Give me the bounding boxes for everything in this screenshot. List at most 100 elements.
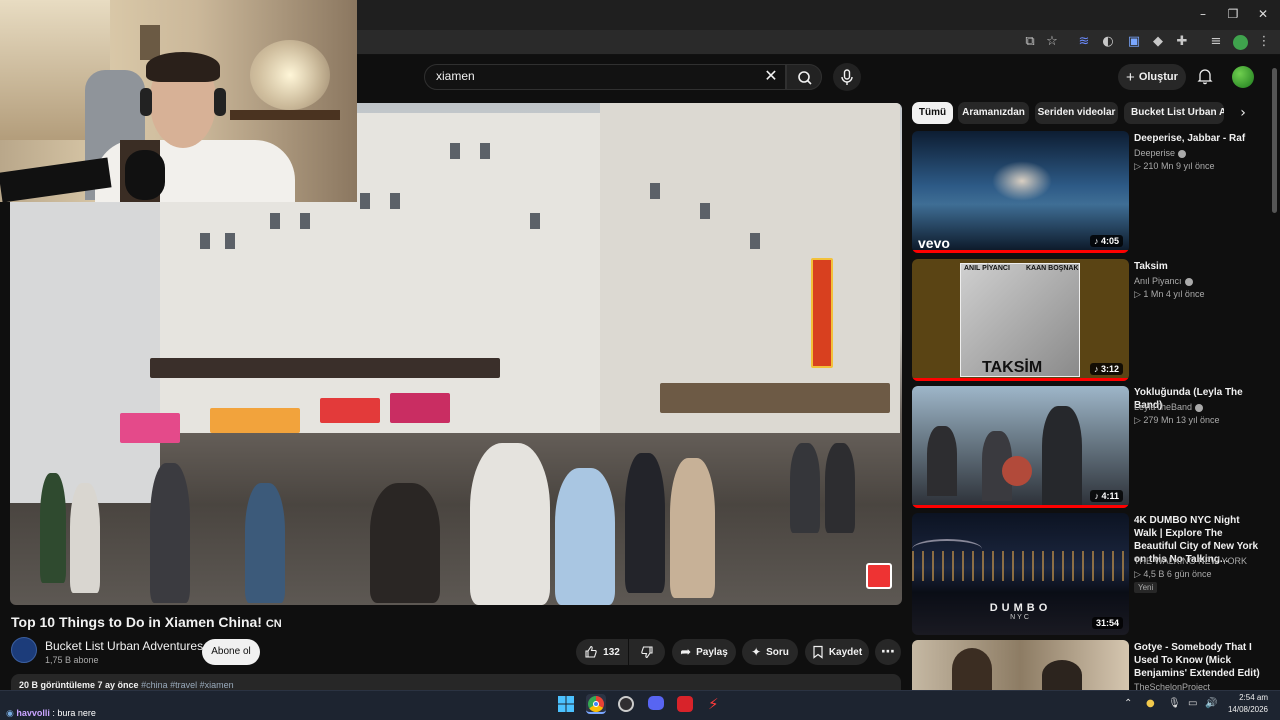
vevo-logo: vevo [918, 235, 950, 251]
recommendation-thumbnail[interactable]: ANIL PİYANCI KAAN BOŞNAK TAKSİM ♪ 3:12 [912, 259, 1129, 381]
tray-clock-date[interactable]: 14/08/2026 [1216, 705, 1268, 714]
minimize-icon[interactable]: – [1192, 6, 1214, 22]
account-avatar[interactable] [1232, 66, 1254, 88]
window [390, 193, 400, 209]
notifications-bell-icon[interactable] [1196, 67, 1214, 85]
media-control-icon[interactable]: ≡ [1208, 34, 1224, 50]
windows-start-icon[interactable] [557, 695, 577, 715]
chat-badge-icon: ◉ [6, 708, 14, 718]
like-count: 132 [603, 646, 620, 658]
share-label: Paylaş [696, 646, 728, 658]
recommendation-meta: ▷ 210 Mn 9 yıl önce [1134, 161, 1215, 171]
search-query-text[interactable]: xiamen [436, 69, 475, 83]
neon-sign [390, 393, 450, 423]
recommendation-channel[interactable]: Deeperise [1134, 148, 1187, 158]
chrome-taskbar-icon[interactable] [586, 694, 606, 714]
tray-clock-time[interactable]: 2:54 am [1228, 693, 1268, 702]
video-title: Top 10 Things to Do in Xiamen China! CN [11, 614, 282, 630]
tray-app-icon[interactable]: ● [1146, 698, 1155, 709]
chip-series[interactable]: Seriden videolar [1035, 102, 1118, 124]
bookmark-star-icon[interactable]: ☆ [1044, 34, 1060, 50]
recommendation-title[interactable]: Gotye - Somebody That I Used To Know (Mi… [1134, 641, 1264, 680]
channel-avatar[interactable] [11, 637, 37, 663]
like-button[interactable]: 132 [576, 639, 628, 665]
extensions-puzzle-icon[interactable]: ✚ [1174, 34, 1190, 50]
dislike-button[interactable] [629, 639, 665, 665]
band-member [927, 426, 957, 496]
video-duration: ♪ 4:05 [1089, 235, 1123, 247]
chip-from-search[interactable]: Aramanızdan [958, 102, 1029, 124]
recommendation-title[interactable]: Deeperise, Jabbar - Raf [1134, 132, 1264, 145]
video-duration: ♪ 4:11 [1090, 490, 1123, 502]
extension-wave-icon[interactable]: ≋ [1076, 34, 1092, 50]
verified-icon [1195, 403, 1204, 412]
lightning-taskbar-icon[interactable]: ⚡ [704, 694, 724, 714]
window [530, 213, 540, 229]
chip-channel[interactable]: Bucket List Urban Adventures [1124, 102, 1224, 124]
obs-taskbar-icon[interactable] [616, 694, 636, 714]
more-actions-button[interactable]: ⋯ [875, 639, 901, 665]
extension-circle-icon[interactable]: ◐ [1100, 34, 1116, 50]
thumbnail-label: DUMBO [989, 602, 1052, 614]
page-scrollbar[interactable] [1272, 68, 1277, 213]
recommendation-channel[interactable]: TheSchelonProject [1134, 682, 1210, 690]
recommendation-thumbnail[interactable]: ♪ 4:11 [912, 386, 1129, 508]
more-icon: ⋯ [881, 644, 895, 660]
recommendation-meta: ▷ 1 Mn 4 yıl önce [1134, 289, 1205, 299]
window [700, 203, 710, 219]
channel-name[interactable]: Bucket List Urban Adventures [45, 639, 203, 653]
tray-network-icon[interactable]: ▭ [1188, 698, 1197, 709]
pedestrian [40, 473, 66, 583]
desk [230, 110, 340, 120]
search-input[interactable] [424, 64, 786, 90]
restore-icon[interactable]: ❐ [1222, 6, 1244, 22]
chip-all[interactable]: Tümü [912, 102, 953, 124]
ask-button[interactable]: ✦ Soru [742, 639, 798, 665]
neon-sign [320, 398, 380, 423]
bookmark-icon [813, 645, 823, 659]
vertical-red-sign [811, 258, 833, 368]
save-button[interactable]: Kaydet [805, 639, 869, 665]
subscribe-watermark-icon[interactable] [866, 563, 892, 589]
verified-icon [1184, 277, 1193, 286]
search-button[interactable] [786, 64, 822, 90]
pedestrian [625, 453, 665, 593]
voice-search-button[interactable] [833, 63, 861, 91]
channel-subscriber-count: 1,75 B abone [45, 655, 99, 665]
recommendation-channel[interactable]: THE WALKING NEW YORK [1134, 556, 1247, 566]
clear-search-icon[interactable]: ✕ [762, 67, 780, 85]
drum [1002, 456, 1032, 486]
browser-menu-icon[interactable]: ⋮ [1256, 34, 1272, 50]
extension-window-icon[interactable]: ▣ [1126, 34, 1142, 50]
recommendation-channel[interactable]: Anıl Piyancı [1134, 276, 1193, 286]
app-red-taskbar-icon[interactable] [675, 694, 695, 714]
extension-shield-icon[interactable]: ◆ [1150, 34, 1166, 50]
discord-taskbar-icon[interactable] [646, 694, 666, 714]
storefront-awning [150, 358, 500, 378]
window [360, 193, 370, 209]
band-member [1042, 406, 1082, 506]
create-button[interactable]: + Oluştur [1118, 64, 1186, 90]
pedestrian [670, 458, 715, 598]
subscribe-button[interactable]: Abone ol [202, 639, 260, 665]
install-app-icon[interactable]: ⧉ [1022, 34, 1038, 50]
tray-mic-icon[interactable]: 🎙 [1168, 698, 1181, 709]
recommendation-meta: ▷ 4,5 B 6 gün önce [1134, 569, 1212, 579]
share-button[interactable]: ➦ Paylaş [672, 639, 736, 665]
recommendation-thumbnail[interactable]: DUMBO NYC 31:54 [912, 513, 1129, 635]
chevron-right-icon[interactable]: › [1234, 104, 1252, 122]
recommendation-thumbnail[interactable]: vevo ♪ 4:05 [912, 131, 1129, 253]
save-label: Kaydet [828, 646, 863, 658]
scooter-rider [370, 483, 440, 603]
close-window-icon[interactable]: ✕ [1252, 6, 1274, 22]
ask-label: Soru [766, 646, 789, 658]
window [200, 233, 210, 249]
recommendation-channel[interactable]: LeylaTheBand [1134, 402, 1204, 412]
verified-icon [1178, 149, 1187, 158]
recommendation-title[interactable]: Taksim [1134, 260, 1264, 273]
tray-overflow-icon[interactable]: ⌃ [1124, 698, 1132, 709]
window [270, 213, 280, 229]
hashtags[interactable]: #china #travel #xiamen [141, 680, 234, 690]
profile-avatar-icon[interactable] [1233, 35, 1248, 50]
recommendation-thumbnail[interactable] [912, 640, 1129, 690]
